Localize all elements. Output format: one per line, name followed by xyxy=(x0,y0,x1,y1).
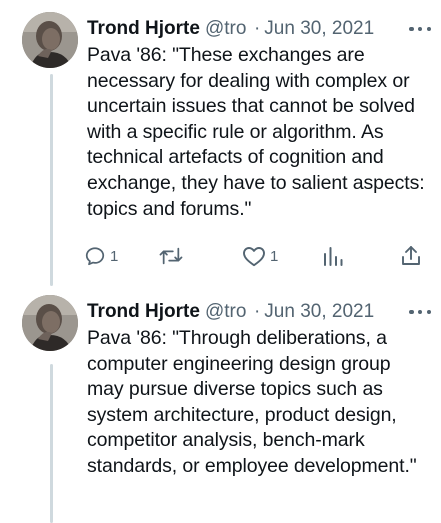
tweet-header: Trond Hjorte @tro · Jun 30, 2021 xyxy=(87,15,433,43)
tweet[interactable]: Trond Hjorte @tro · Jun 30, 2021 Pava '8… xyxy=(0,0,441,290)
author-handle[interactable]: @tro xyxy=(205,298,251,326)
like-button[interactable]: 1 xyxy=(242,241,278,271)
retweet-button[interactable] xyxy=(159,241,183,271)
tweet-date[interactable]: Jun 30, 2021 xyxy=(264,15,374,43)
retweet-icon xyxy=(159,247,183,265)
avatar-photo xyxy=(22,295,78,351)
share-icon xyxy=(402,246,420,265)
avatar[interactable] xyxy=(22,12,78,68)
tweet[interactable]: Trond Hjorte @tro · Jun 30, 2021 Pava '8… xyxy=(0,290,441,523)
tweet-text: Pava '86: "Through deliberations, a comp… xyxy=(87,327,417,477)
avatar[interactable] xyxy=(22,295,78,351)
author-name[interactable]: Trond Hjorte xyxy=(87,298,200,326)
reply-button[interactable]: 1 xyxy=(84,241,118,271)
reply-count: 1 xyxy=(110,247,119,265)
analytics-icon xyxy=(324,247,343,266)
reply-icon xyxy=(85,247,105,266)
author-name[interactable]: Trond Hjorte xyxy=(87,15,200,43)
action-bar: 1 1 xyxy=(84,241,427,271)
tweet-date[interactable]: Jun 30, 2021 xyxy=(264,298,374,326)
author-handle[interactable]: @tro xyxy=(205,15,251,43)
tweet-header: Trond Hjorte @tro · Jun 30, 2021 xyxy=(87,298,433,326)
like-count: 1 xyxy=(270,247,279,265)
tweet-text: Pava '86: "These exchanges are necessary… xyxy=(87,44,425,220)
like-icon xyxy=(243,247,265,267)
separator: · xyxy=(253,18,261,39)
more-options-icon[interactable] xyxy=(407,19,433,39)
separator: · xyxy=(253,301,261,322)
share-button[interactable] xyxy=(400,241,422,271)
analytics-button[interactable] xyxy=(322,241,344,271)
avatar-photo xyxy=(22,12,78,68)
more-options-icon[interactable] xyxy=(407,302,433,322)
